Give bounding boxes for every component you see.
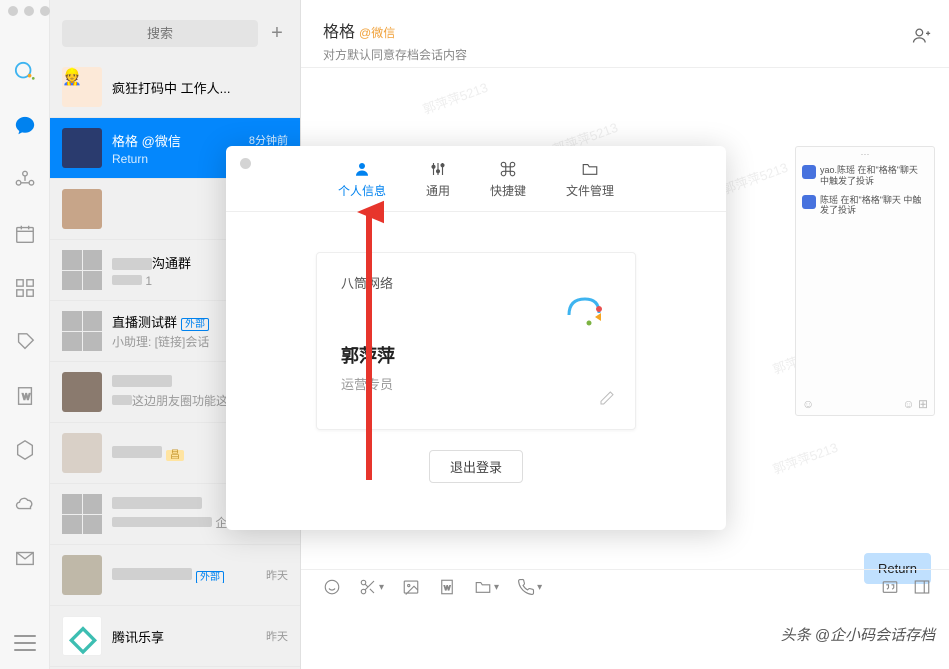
add-member-icon[interactable] xyxy=(911,26,931,49)
nav-tag-icon[interactable] xyxy=(13,330,37,354)
avatar-group xyxy=(62,494,102,534)
profile-name: 郭萍萍 xyxy=(341,342,611,368)
panel-icon[interactable] xyxy=(913,578,931,596)
side-preview-card[interactable]: ··· yao.陈瑶 在和"格格"聊天 中触发了投诉 陈瑶 在和"格格"聊天 中… xyxy=(795,146,935,416)
emoji-icon[interactable] xyxy=(323,578,341,596)
chat-title: 腾讯乐享 xyxy=(112,627,164,646)
chat-title: 沟通群 xyxy=(152,256,191,271)
nav-hexagon-icon[interactable] xyxy=(13,438,37,462)
avatar xyxy=(62,433,102,473)
window-controls xyxy=(8,6,50,16)
tab-label: 快捷键 xyxy=(490,182,526,199)
tab-general[interactable]: 通用 xyxy=(426,160,450,199)
nav-doc-icon[interactable]: W xyxy=(13,384,37,408)
folder-icon[interactable]: ▾ xyxy=(474,578,499,596)
avatar xyxy=(62,372,102,412)
close-dot[interactable] xyxy=(8,6,18,16)
doc-w-icon[interactable]: W xyxy=(438,578,456,596)
modal-tabs: 个人信息 通用 快捷键 文件管理 xyxy=(226,146,726,212)
chat-header-subtitle: 对方默认同意存档会话内容 xyxy=(323,46,927,63)
nav-cloud-icon[interactable] xyxy=(13,492,37,516)
nav-logo-icon[interactable] xyxy=(13,60,37,84)
nav-contacts-icon[interactable] xyxy=(13,168,37,192)
svg-text:W: W xyxy=(444,585,451,592)
tab-files[interactable]: 文件管理 xyxy=(566,160,614,199)
avatar-group xyxy=(62,250,102,290)
avatar-group xyxy=(62,311,102,351)
phone-icon[interactable]: ▾ xyxy=(517,578,542,596)
tab-shortcuts[interactable]: 快捷键 xyxy=(490,160,526,199)
minimize-dot[interactable] xyxy=(24,6,34,16)
nav-calendar-icon[interactable] xyxy=(13,222,37,246)
chat-header-title: 格格@微信 xyxy=(323,18,927,42)
chat-title: 格格 @微信 xyxy=(112,131,181,150)
avatar xyxy=(62,128,102,168)
profile-logo-icon xyxy=(559,285,607,333)
input-toolbar: ▾ W ▾ ▾ xyxy=(301,569,949,669)
attribution-text: 头条 @企小码会话存档 xyxy=(781,624,935,645)
tab-profile[interactable]: 个人信息 xyxy=(338,160,386,199)
nav-chat-icon[interactable] xyxy=(13,114,37,138)
maximize-dot[interactable] xyxy=(40,6,50,16)
nav-mail-icon[interactable] xyxy=(13,546,37,570)
add-button[interactable]: + xyxy=(266,22,288,46)
search-input[interactable] xyxy=(62,20,258,47)
svg-text:W: W xyxy=(22,393,30,402)
image-icon[interactable] xyxy=(402,578,420,596)
profile-role: 运营专员 xyxy=(341,374,611,393)
tab-label: 通用 xyxy=(426,182,450,199)
avatar: 👷 xyxy=(62,67,102,107)
list-item[interactable]: 腾讯乐享昨天 xyxy=(50,606,300,667)
avatar xyxy=(62,189,102,229)
quote-icon[interactable] xyxy=(881,578,899,596)
nav-apps-icon[interactable] xyxy=(13,276,37,300)
chat-header: 格格@微信 对方默认同意存档会话内容 xyxy=(301,0,949,68)
search-bar: + xyxy=(50,0,300,57)
tab-label: 文件管理 xyxy=(566,182,614,199)
tab-label: 个人信息 xyxy=(338,182,386,199)
profile-card: 八筒网络 郭萍萍 运营专员 xyxy=(316,252,636,430)
watermark: 郭萍萍5213 xyxy=(420,77,490,118)
list-item[interactable]: 外部昨天 xyxy=(50,545,300,606)
chat-title: 疯狂打码中 工作人... xyxy=(112,78,230,97)
nav-menu-icon[interactable] xyxy=(14,635,36,651)
edit-icon[interactable] xyxy=(599,390,615,411)
list-item[interactable]: 👷 疯狂打码中 工作人... xyxy=(50,57,300,118)
chat-title: 直播测试群外部 xyxy=(112,312,209,331)
watermark: 郭萍萍5213 xyxy=(770,437,840,478)
modal-close-icon[interactable] xyxy=(240,158,251,169)
settings-modal: 个人信息 通用 快捷键 文件管理 八筒网络 郭萍萍 运营专员 退出登录 xyxy=(226,146,726,530)
preview-footer: ☺☺ ⊞ xyxy=(802,397,928,411)
logout-button[interactable]: 退出登录 xyxy=(429,450,523,483)
scissors-icon[interactable]: ▾ xyxy=(359,578,384,596)
avatar xyxy=(62,616,102,656)
watermark: 郭萍萍5213 xyxy=(720,157,790,198)
nav-rail: W xyxy=(0,0,50,669)
avatar xyxy=(62,555,102,595)
